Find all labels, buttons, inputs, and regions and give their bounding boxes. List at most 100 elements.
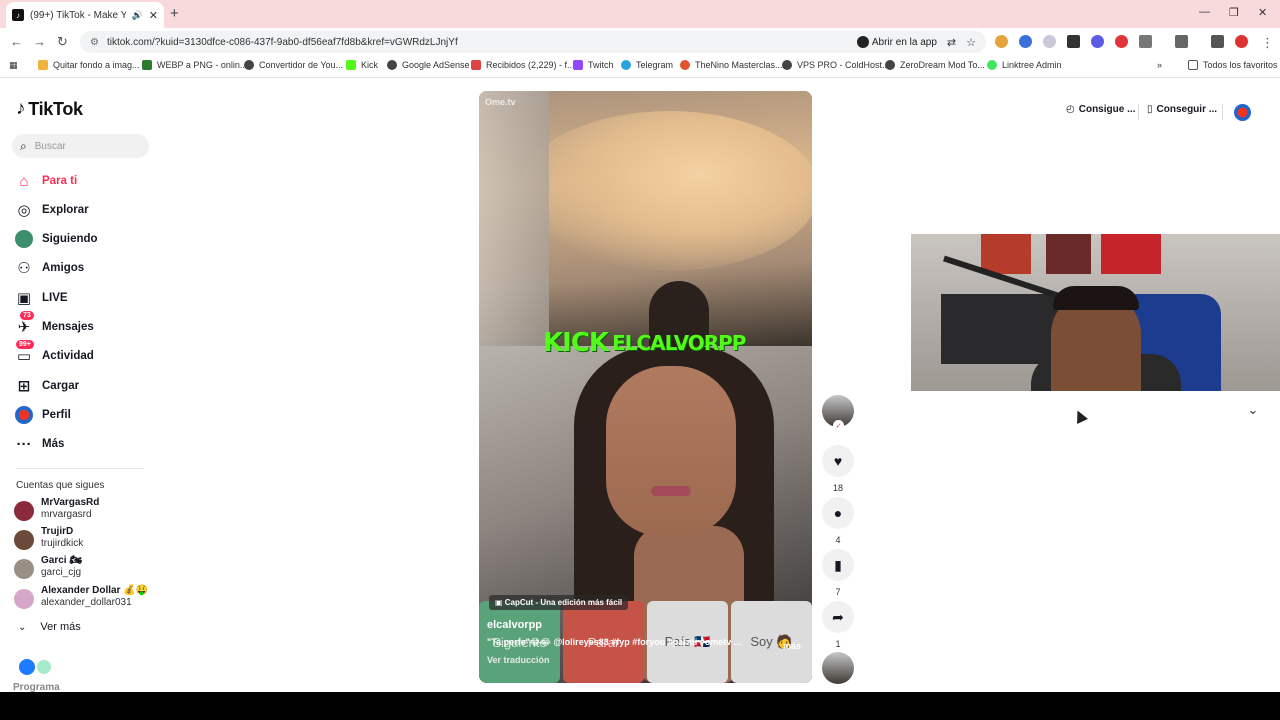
address-bar[interactable]: ⚙ tiktok.com/?kuid=3130dfce-c086-437f-9a… [80,31,986,53]
tiktok-logo[interactable]: ♪ TikTok [16,98,83,120]
restore-window-button[interactable]: ❐ [1229,6,1239,19]
new-tab-button[interactable]: + [170,5,179,22]
user-avatar[interactable] [1234,104,1251,121]
extension-icon[interactable] [1091,35,1104,48]
extensions-puzzle-icon[interactable] [1139,35,1152,48]
floating-app-icon[interactable] [37,660,51,674]
bookmark-star-icon[interactable]: ☆ [966,36,976,49]
forward-button[interactable]: → [33,34,46,49]
nav-item-mas[interactable]: ··· Más [14,434,65,454]
nav-item-mensajes[interactable]: ✈ 73 Mensajes [14,311,94,337]
media-icon[interactable] [1211,35,1224,48]
followed-check-icon[interactable]: ✓ [833,420,844,431]
browser-tab[interactable]: ♪ (99+) TikTok - Make Your Da 🔊 ✕ [6,2,164,28]
floating-app-icon[interactable] [19,659,35,675]
apps-grid-icon[interactable]: ▦ [9,60,18,71]
nav-label: Perfil [42,409,71,421]
minimize-window-button[interactable]: — [1199,6,1210,18]
nav-item-explorar[interactable]: ◎ Explorar [14,200,88,220]
compass-icon: ◎ [17,202,31,219]
phone-icon: ▯ [1147,104,1153,115]
all-bookmarks-folder[interactable]: Todos los favoritos [1188,60,1278,70]
scroll-down-chevron-icon[interactable]: ⌄ [1243,400,1263,420]
nav-item-actividad[interactable]: ▭ 99+ Actividad [14,340,94,366]
caption-more-button[interactable]: más [783,641,801,651]
open-app-label: Abrir en la app [871,36,937,48]
close-window-button[interactable]: ✕ [1258,6,1267,19]
nav-item-perfil[interactable]: Perfil [14,405,71,425]
followed-account[interactable]: Garci 🏍 garci_cjg [14,555,82,579]
like-button[interactable]: ♥ 18 [822,445,854,493]
cast-icon[interactable] [1175,35,1188,48]
extension-icon[interactable] [1019,35,1032,48]
bookmark-item[interactable]: Quitar fondo a imag... [38,60,140,70]
close-tab-icon[interactable]: ✕ [149,9,158,22]
account-handle: garci_cjg [41,567,82,578]
translate-icon[interactable]: ⇄ [947,36,956,49]
bookmark-item[interactable]: TheNino Masterclas... [680,60,783,70]
chevron-down-icon: ⌄ [18,621,27,633]
bookmark-label: ZeroDream Mod To... [900,60,985,70]
telegram-favicon-icon [621,60,631,70]
extension-icon[interactable] [1067,35,1080,48]
bookmark-item[interactable]: VPS PRO - ColdHost... [782,60,890,70]
site-info-icon[interactable]: ⚙ [90,37,99,48]
nav-item-siguiendo[interactable]: Siguiendo [14,229,98,249]
more-bookmarks-icon[interactable]: » [1157,60,1162,70]
browser-tab-bar: ♪ (99+) TikTok - Make Your Da 🔊 ✕ + — ❐ … [0,0,1280,28]
streamer-webcam [911,234,1280,391]
video-scene [519,111,812,271]
creator-avatar-button[interactable]: ✓ [822,395,854,431]
reload-button[interactable]: ↻ [57,34,68,50]
speaker-icon[interactable]: 🔊 [132,10,143,21]
bookmark-item[interactable]: ZeroDream Mod To... [885,60,985,70]
nav-item-cargar[interactable]: ⊞ Cargar [14,376,79,396]
nav-label: Cargar [42,380,80,392]
bookmark-favicon-icon [680,60,690,70]
bookmark-favicon-icon [782,60,792,70]
video-author-name[interactable]: elcalvorpp [487,619,807,631]
nav-item-live[interactable]: ▣ LIVE [14,288,68,308]
get-app-button[interactable]: ▯ Conseguir ... [1147,104,1217,115]
open-in-app-button[interactable]: Abrir en la app [856,36,937,48]
back-button[interactable]: ← [10,34,23,49]
capcut-anchor-link[interactable]: ▣ CapCut - Una edición más fácil [489,595,629,610]
avatar [14,589,34,609]
save-button[interactable]: ▮ 7 [822,549,854,597]
comment-button[interactable]: ● 4 [822,497,854,545]
see-translation-button[interactable]: Ver traducción [487,655,807,665]
video-player[interactable]: Ome.tv KICK ELCALVORPP Siguiente Parar P… [479,91,812,683]
search-icon: ⌕ [20,138,27,153]
bookmark-item[interactable]: Recibidos (2,229) - f... [471,60,575,70]
followed-account[interactable]: TrujirD trujirdkick [14,526,83,550]
account-handle: trujirdkick [41,538,84,549]
extension-icon[interactable] [1043,35,1056,48]
messages-icon: ✈ 73 [14,311,34,337]
bookmark-item[interactable]: Telegram [621,60,673,70]
followed-account[interactable]: Alexander Dollar 💰🤑 alexander_dollar031 [14,585,148,609]
bookmark-item[interactable]: Convertidor de You... [244,60,343,70]
get-coins-button[interactable]: ◴ Consigue ... [1066,104,1135,115]
account-handle: mrvargasrd [41,509,92,520]
bookmark-item[interactable]: Kick [346,60,378,70]
browser-menu-icon[interactable]: ⋮ [1261,35,1274,51]
adblock-icon[interactable] [1115,35,1128,48]
url-text: tiktok.com/?kuid=3130dfce-c086-437f-9ab0… [106,36,458,48]
bookmark-item[interactable]: Linktree Admin [987,60,1062,70]
see-more-button[interactable]: ⌄ Ver más [18,621,81,633]
bookmark-item[interactable]: Twitch [573,60,614,70]
search-input[interactable]: ⌕ Buscar [12,134,149,158]
bookmarks-bar: ▦ Quitar fondo a imag... WEBP a PNG - on… [0,56,1280,78]
profile-avatar-icon[interactable] [1235,35,1248,48]
bookmark-item[interactable]: Google AdSense [387,60,470,70]
extension-icon[interactable] [995,35,1008,48]
sound-avatar-button[interactable] [822,652,854,684]
followed-account[interactable]: MrVargasRd mrvargasrd [14,497,99,521]
nav-item-amigos[interactable]: ⚇ Amigos [14,258,84,278]
upload-icon: ⊞ [17,378,31,395]
webcam-scene [1101,234,1161,274]
bookmark-item[interactable]: WEBP a PNG - onlin... [142,60,247,70]
messages-badge: 73 [20,311,34,320]
nav-item-para-ti[interactable]: ⌂ Para ti [14,171,77,191]
share-button[interactable]: ➦ 1 [822,601,854,649]
